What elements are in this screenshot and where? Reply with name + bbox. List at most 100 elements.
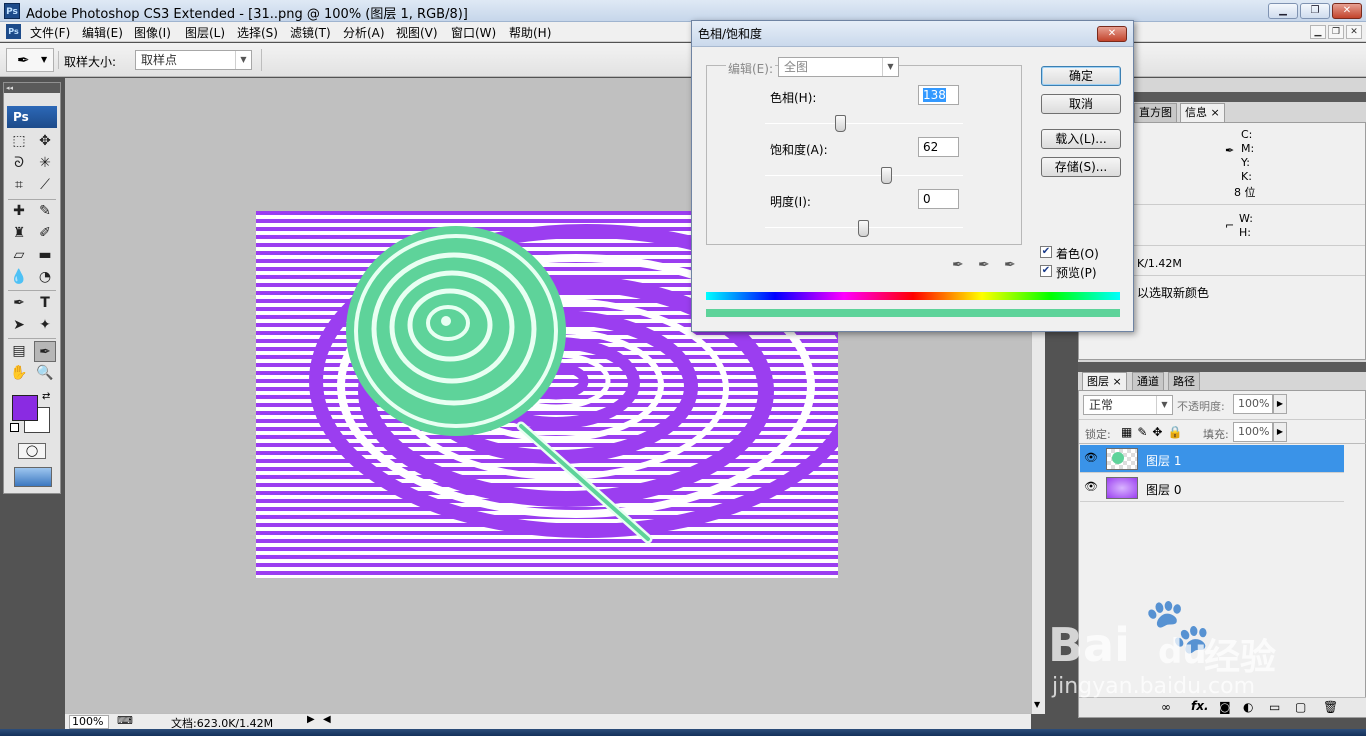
eye-icon[interactable]: 👁 [1084,452,1098,464]
tab-paths[interactable]: 路径 [1168,372,1200,391]
layer-row-1[interactable]: 👁 图层 1 [1080,445,1344,473]
menu-help[interactable]: 帮助(H) [509,24,551,41]
hue-slider-thumb[interactable] [835,115,846,132]
move-tool-icon[interactable]: ✥ [34,131,56,152]
scroll-down-icon[interactable]: ▼ [1034,700,1040,709]
load-button[interactable]: 载入(L)... [1041,129,1121,149]
shape-tool-icon[interactable]: ✦ [34,315,56,336]
preview-checkbox[interactable]: ✔ [1040,265,1052,277]
menu-analysis[interactable]: 分析(A) [343,24,385,41]
zoom-tool-icon[interactable]: 🔍 [34,363,56,384]
lightness-slider-thumb[interactable] [858,220,869,237]
restore-button[interactable]: ❐ [1300,3,1330,19]
saturation-slider-track[interactable] [765,175,963,176]
colorize-checkbox[interactable]: ✔ [1040,246,1052,258]
brush-tool-icon[interactable]: ✎ [34,201,56,222]
clone-stamp-icon[interactable]: ♜ [8,223,30,244]
swap-colors-icon[interactable]: ⇄ [42,391,50,402]
doc-restore-button[interactable]: ❐ [1328,25,1344,39]
document-icon[interactable]: Ps [6,24,21,39]
path-selection-icon[interactable]: ➤ [8,315,30,336]
status-icon[interactable]: ⌨ [117,714,133,727]
menu-view[interactable]: 视图(V) [396,24,438,41]
eyedropper-icon[interactable]: ✒ [952,257,964,273]
tab-layers[interactable]: 图层 × [1082,372,1127,391]
menu-edit[interactable]: 编辑(E) [82,24,123,41]
close-icon[interactable]: × [1211,106,1220,119]
dialog-close-button[interactable]: ✕ [1097,26,1127,42]
menu-image[interactable]: 图像(I) [134,24,171,41]
save-button[interactable]: 存储(S)... [1041,157,1121,177]
sample-size-label: 取样大小: [64,55,117,69]
blur-tool-icon[interactable]: 💧 [8,267,30,288]
status-menu-arrow-icon[interactable]: ▶ [307,714,315,725]
healing-brush-icon[interactable]: ✚ [8,201,30,222]
close-icon[interactable]: × [1113,375,1122,388]
hue-input[interactable]: 138 [918,85,959,105]
lightness-input[interactable]: 0 [918,189,959,209]
info-hint: 以选取新颜色 [1137,286,1210,300]
fill-field[interactable]: 100% [1233,422,1273,442]
pen-tool-icon[interactable]: ✒ [8,293,30,314]
hue-slider-track[interactable] [765,123,963,124]
menu-filter[interactable]: 滤镜(T) [290,24,331,41]
type-tool-icon[interactable]: T [34,293,56,314]
bit-depth: 8 位 [1234,186,1256,199]
eyedropper-minus-icon[interactable]: ✒ [1004,257,1016,273]
saturation-slider-thumb[interactable] [881,167,892,184]
eye-icon[interactable]: 👁 [1084,481,1098,493]
layer-row-0[interactable]: 👁 图层 0 [1080,474,1344,502]
menu-select[interactable]: 选择(S) [237,24,278,41]
marquee-tool-icon[interactable]: ⬚ [8,131,30,152]
gradient-tool-icon[interactable]: ▬ [34,245,56,266]
ok-button[interactable]: 确定 [1041,66,1121,86]
doc-close-button[interactable]: ✕ [1346,25,1362,39]
fill-slider-arrow-icon[interactable]: ▶ [1273,422,1287,442]
menu-file[interactable]: 文件(F) [30,24,70,41]
tab-info[interactable]: 信息 × [1180,103,1225,122]
history-brush-icon[interactable]: ✐ [34,223,56,244]
opacity-field[interactable]: 100% [1233,394,1273,414]
layers-dock-header[interactable] [1078,362,1366,372]
tools-panel-header[interactable]: ◂◂ [4,83,60,93]
quick-mask-icon[interactable]: ◯ [18,443,46,459]
layer-name[interactable]: 图层 0 [1146,481,1181,498]
cancel-button[interactable]: 取消 [1041,94,1121,114]
dodge-tool-icon[interactable]: ◔ [34,267,56,288]
edit-range-select[interactable]: 全图 ▼ [778,57,899,77]
foreground-color-swatch[interactable] [12,395,38,421]
tool-preset-picker[interactable]: ✒ ▼ [6,48,54,72]
lock-icons[interactable]: ▦✎✥🔒 [1121,425,1187,439]
divider [1133,275,1365,276]
menu-layer[interactable]: 图层(L) [185,24,225,41]
blend-mode-select[interactable]: 正常 ▼ [1083,395,1173,415]
divider [261,49,262,71]
eraser-tool-icon[interactable]: ▱ [8,245,30,266]
magic-wand-tool-icon[interactable]: ✳ [34,153,56,174]
slice-tool-icon[interactable]: ⟋ [34,175,56,196]
tab-histogram[interactable]: 直方图 [1134,103,1177,122]
chevron-down-icon: ▼ [882,58,898,76]
eyedropper-plus-icon[interactable]: ✒ [978,257,990,273]
notes-tool-icon[interactable]: ▤ [8,341,30,362]
doc-minimize-button[interactable]: ▁ [1310,25,1326,39]
title-bar: Ps Adobe Photoshop CS3 Extended - [31..p… [0,0,1366,22]
saturation-input[interactable]: 62 [918,137,959,157]
layer-name[interactable]: 图层 1 [1146,452,1181,469]
opacity-slider-arrow-icon[interactable]: ▶ [1273,394,1287,414]
scroll-left-icon[interactable]: ◀ [323,714,331,725]
tab-channels[interactable]: 通道 [1132,372,1164,391]
minimize-button[interactable]: ▁ [1268,3,1298,19]
eyedropper-tool-icon[interactable]: ✒ [34,341,56,362]
screen-mode-icon[interactable] [14,467,52,487]
divider [1133,204,1365,205]
zoom-field[interactable]: 100% [69,715,109,729]
hand-tool-icon[interactable]: ✋ [8,363,30,384]
lasso-tool-icon[interactable]: ᘐ [8,153,30,174]
sample-size-select[interactable]: 取样点 ▼ [135,50,252,70]
default-colors-icon[interactable] [10,423,19,432]
menu-window[interactable]: 窗口(W) [451,24,496,41]
cmyk-c: C: [1241,128,1253,141]
close-window-button[interactable]: ✕ [1332,3,1362,19]
crop-tool-icon[interactable]: ⌗ [8,175,30,196]
